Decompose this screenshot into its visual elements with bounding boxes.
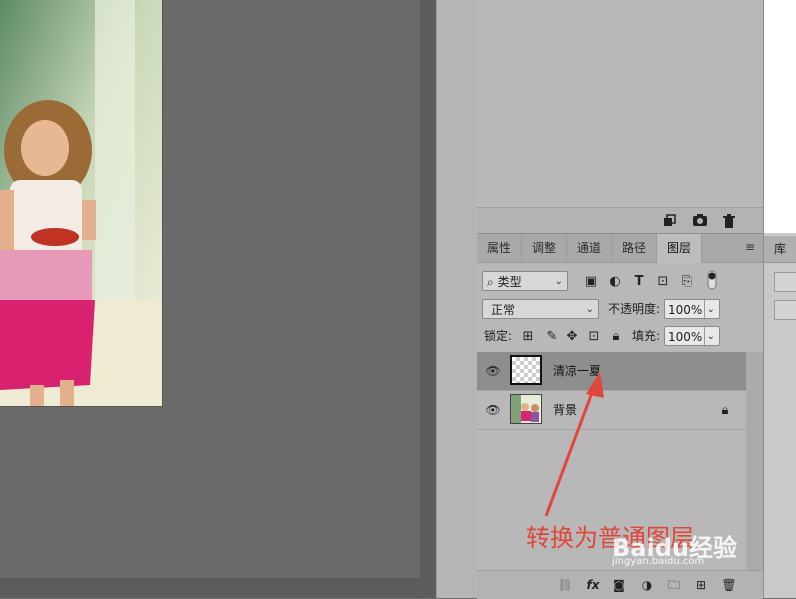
smart-object-filter-icon[interactable]: ⎘ (679, 273, 695, 289)
lock-all-icon[interactable]: 🔒︎ (608, 328, 624, 344)
tab-layers[interactable]: 图层 (657, 234, 702, 263)
layer-list-scrollbar[interactable] (746, 352, 763, 570)
shape-filter-icon[interactable]: ⊡ (655, 273, 671, 289)
pixel-filter-icon[interactable]: ▣ (583, 273, 599, 289)
fill-label: 填充: (632, 329, 661, 343)
canvas-photo (0, 0, 163, 407)
link-icon[interactable]: ⛓ (557, 577, 573, 593)
opacity-label: 不透明度: (608, 302, 661, 316)
eye-icon[interactable]: 👁︎ (485, 402, 501, 418)
type-filter-icon[interactable]: T (631, 273, 647, 289)
libraries-content (764, 0, 796, 233)
tab-libraries[interactable]: 库 (774, 240, 786, 257)
fx-icon[interactable]: fx (585, 577, 601, 593)
adjustment-icon[interactable]: ◑ (639, 577, 655, 593)
history-panel (477, 0, 763, 207)
lock-brush-icon[interactable]: ✎ (544, 328, 560, 344)
trash-icon[interactable] (721, 214, 737, 230)
fill-value: 100% (668, 330, 703, 344)
panel-tabbar: 属性 调整 通道 路径 图层 ≡ (477, 233, 763, 263)
chevron-down-icon: ⌄ (585, 304, 594, 315)
camera-icon[interactable] (692, 214, 708, 230)
lock-label: 锁定: (484, 329, 513, 343)
chevron-down-icon[interactable]: ⌄ (703, 327, 715, 347)
trash-icon[interactable]: 🗑︎ (721, 577, 737, 593)
horizontal-scrollbar[interactable] (0, 578, 420, 598)
collapsed-panel-dock (436, 0, 478, 598)
filter-kind-select[interactable]: ⌕ 类型 ⌄ (482, 271, 568, 291)
lock-position-icon[interactable]: ✥ (564, 328, 580, 344)
annotation-arrow (544, 372, 604, 517)
lock-transparent-icon[interactable]: ⊞ (520, 328, 536, 344)
tab-paths[interactable]: 路径 (612, 234, 657, 262)
canvas-vertical-scrollbar[interactable] (420, 0, 436, 598)
blend-mode-value: 正常 (491, 303, 516, 317)
eye-icon[interactable]: 👁︎ (485, 363, 501, 379)
mask-icon[interactable]: ◙ (611, 577, 627, 593)
filter-kind-value: 类型 (497, 275, 522, 289)
fill-input[interactable]: 100% ⌄ (664, 326, 720, 347)
watermark-url: jingyan.baidu.com (612, 556, 705, 567)
new-snapshot-icon[interactable] (661, 214, 677, 230)
new-layer-icon[interactable]: ⊞ (693, 577, 709, 593)
chevron-down-icon: ⌄ (554, 276, 563, 287)
tab-properties[interactable]: 属性 (477, 234, 522, 262)
opacity-value: 100% (668, 303, 703, 317)
search-icon: ⌕ (487, 275, 494, 289)
tab-channels[interactable]: 通道 (567, 234, 612, 262)
libraries-select[interactable] (774, 272, 796, 292)
panel-menu-icon[interactable]: ≡ (743, 240, 757, 254)
lock-icon: 🔒︎ (721, 402, 729, 418)
chevron-down-icon[interactable]: ⌄ (703, 300, 715, 320)
lock-artboard-icon[interactable]: ⊡ (586, 328, 602, 344)
blend-mode-select[interactable]: 正常 ⌄ (482, 299, 599, 319)
folder-icon[interactable]: 🗀 (666, 577, 682, 593)
history-panel-footer (477, 207, 763, 234)
opacity-input[interactable]: 100% ⌄ (664, 299, 720, 320)
libraries-search[interactable] (774, 300, 796, 320)
layers-panel-footer: ⛓ fx ◙ ◑ 🗀 ⊞ 🗑︎ (477, 570, 763, 599)
adjustment-filter-icon[interactable]: ◐ (607, 273, 623, 289)
tab-adjustments[interactable]: 调整 (522, 234, 567, 262)
filter-toggle-icon[interactable] (707, 270, 717, 290)
